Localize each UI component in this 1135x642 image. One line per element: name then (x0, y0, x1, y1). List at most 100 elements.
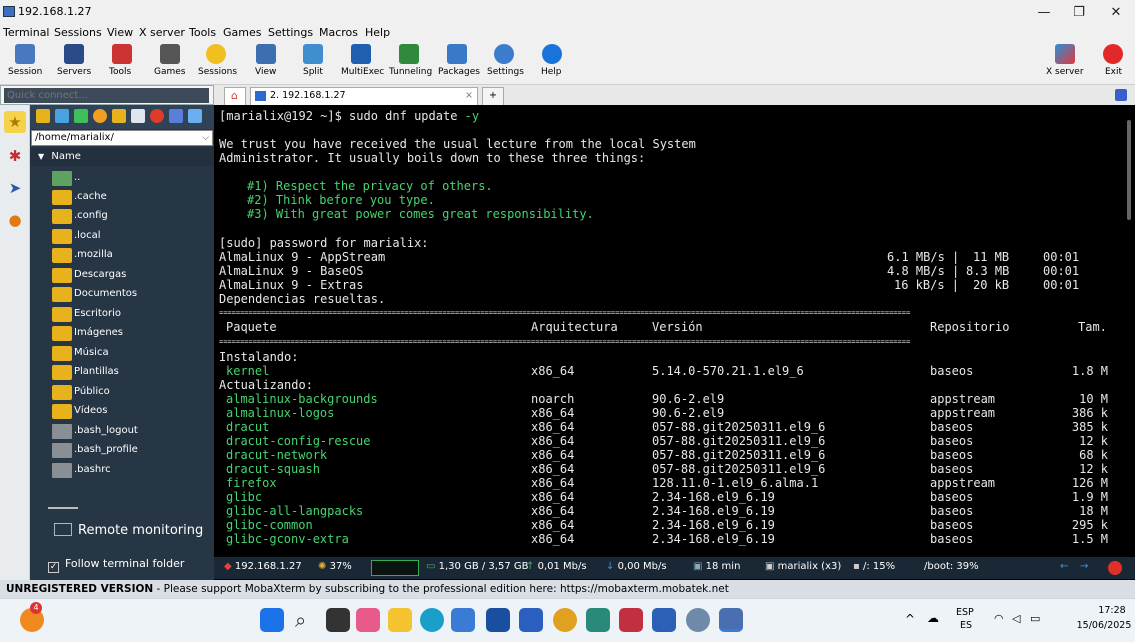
app-icon (3, 6, 15, 17)
new-folder-icon[interactable] (112, 109, 126, 123)
cpu-icon: ✺ (318, 561, 327, 572)
mobaxterm-icon[interactable] (719, 608, 743, 632)
store-icon[interactable] (451, 608, 475, 632)
word-icon[interactable] (652, 608, 676, 632)
servers-button[interactable]: Servers (54, 41, 96, 85)
clock-time[interactable]: 17:28 (1092, 605, 1132, 616)
copilot-icon[interactable] (356, 608, 380, 632)
tunneling-icon (399, 44, 419, 64)
quick-connect-input[interactable] (4, 88, 209, 103)
user-icon: ▣ (765, 561, 775, 572)
name-column-header[interactable]: ▼ Name (30, 148, 214, 166)
app-icon-l[interactable] (519, 608, 543, 632)
start-button-icon[interactable] (260, 608, 284, 632)
close-button[interactable]: ✕ (1097, 0, 1135, 25)
task-view-icon[interactable] (326, 608, 350, 632)
macros-icon[interactable]: ● (4, 209, 26, 231)
upload-icon[interactable] (74, 109, 88, 123)
wifi-icon[interactable]: ◠ (994, 612, 1004, 625)
package-name: dracut-squash (226, 462, 320, 476)
multiexec-button[interactable]: MultiExec (340, 41, 384, 85)
app-icon-blue[interactable] (486, 608, 510, 632)
help-button[interactable]: Help (538, 41, 566, 85)
download-arrow-icon: ↓ (606, 561, 615, 572)
send-icon[interactable]: ➤ (4, 177, 26, 199)
star-icon[interactable]: ★ (4, 111, 26, 133)
battery-icon[interactable]: ▭ (1030, 612, 1040, 625)
home-tab[interactable]: ⌂ (224, 87, 246, 105)
new-file-icon[interactable] (131, 109, 145, 123)
tools-icon (112, 44, 132, 64)
clock-date[interactable]: 15/06/2025 (1075, 620, 1133, 631)
folder-up-icon[interactable] (36, 109, 50, 123)
new-tab-button[interactable]: + (482, 87, 504, 105)
remote-monitoring-button[interactable]: Remote monitoring (54, 523, 203, 538)
separator: ========================================… (219, 338, 911, 346)
package-name: glibc-all-langpacks (226, 504, 364, 518)
tunneling-button[interactable]: Tunneling (388, 41, 432, 85)
refresh-icon[interactable] (93, 109, 107, 123)
sessions-button[interactable]: Sessions (196, 41, 238, 85)
games-button[interactable]: Games (152, 41, 188, 85)
xserver-button[interactable]: X server (1046, 41, 1084, 85)
tab-close-button[interactable]: × (465, 88, 473, 104)
view-button[interactable]: View (251, 41, 281, 85)
menu-settings[interactable]: Settings (268, 26, 313, 39)
path-field[interactable]: /home/marialix/ ⌵ (31, 130, 213, 146)
chrome-icon[interactable] (553, 608, 577, 632)
tab-session-2[interactable]: 2. 192.168.1.27 × (250, 87, 478, 105)
menu-games[interactable]: Games (223, 26, 261, 39)
terminal-scrollbar[interactable] (1127, 120, 1131, 220)
chevron-down-icon[interactable]: ⌵ (202, 131, 209, 145)
menu-view[interactable]: View (107, 26, 133, 39)
cloud-icon[interactable]: ☁ (927, 611, 939, 625)
package-repo: baseos (930, 462, 974, 476)
follow-terminal-folder-checkbox[interactable]: ✓ Follow terminal folder (48, 557, 184, 573)
package-name: firefox (226, 476, 277, 490)
delete-icon[interactable] (150, 109, 164, 123)
exit-button[interactable]: Exit (1099, 41, 1127, 85)
repo-size: 20 kB (973, 278, 1010, 292)
package-version: 2.34-168.el9_6.19 (652, 504, 775, 518)
rename-icon[interactable] (169, 109, 183, 123)
terminal-pane[interactable]: [marialix@192 ~]$ sudo dnf update -y We … (214, 105, 1135, 557)
prev-arrow-icon[interactable]: ← (1060, 561, 1068, 572)
package-repo: baseos (930, 532, 974, 546)
menu-sessions[interactable]: Sessions (54, 26, 102, 39)
multiexec-icon (351, 44, 371, 64)
menu-terminal[interactable]: Terminal (3, 26, 50, 39)
section-label: Actualizando: (219, 378, 313, 392)
professional-edition-link[interactable]: https://mobaxterm.mobatek.net (560, 583, 729, 595)
pin-icon[interactable] (1115, 89, 1127, 101)
edge-icon[interactable] (420, 608, 444, 632)
tools-icon[interactable]: ✱ (4, 145, 26, 167)
menu-macros[interactable]: Macros (319, 26, 358, 39)
folder-icon (52, 248, 72, 263)
menu-tools[interactable]: Tools (189, 26, 216, 39)
minimize-button[interactable]: — (1025, 0, 1063, 25)
separator: ========================================… (219, 309, 911, 317)
file-explorer-icon[interactable] (388, 608, 412, 632)
next-arrow-icon[interactable]: → (1080, 561, 1088, 572)
menu-help[interactable]: Help (365, 26, 390, 39)
packages-button[interactable]: Packages (437, 41, 480, 85)
search-icon[interactable]: ⌕ (295, 608, 319, 632)
language-indicator[interactable]: ESP (956, 607, 974, 618)
settings-icon[interactable] (686, 608, 710, 632)
app-icon-red[interactable] (619, 608, 643, 632)
split-button[interactable]: Split (299, 41, 327, 85)
volume-icon[interactable]: ◁ (1012, 612, 1020, 625)
tray-chevron-up-icon[interactable]: ^ (905, 612, 915, 626)
download-icon[interactable] (55, 109, 69, 123)
menu-xserver[interactable]: X server (139, 26, 185, 39)
tools-button[interactable]: Tools (106, 41, 138, 85)
properties-icon[interactable] (188, 109, 202, 123)
disconnect-icon[interactable] (1108, 561, 1122, 575)
tab-bar: ⌂ 2. 192.168.1.27 × + (214, 85, 1135, 105)
package-version: 90.6-2.el9 (652, 406, 725, 420)
splitter-handle[interactable] (48, 507, 78, 509)
settings-button[interactable]: Settings (486, 41, 524, 85)
session-button[interactable]: Session (4, 41, 46, 85)
vscode-icon[interactable] (586, 608, 610, 632)
maximize-button[interactable]: ❐ (1060, 0, 1098, 25)
